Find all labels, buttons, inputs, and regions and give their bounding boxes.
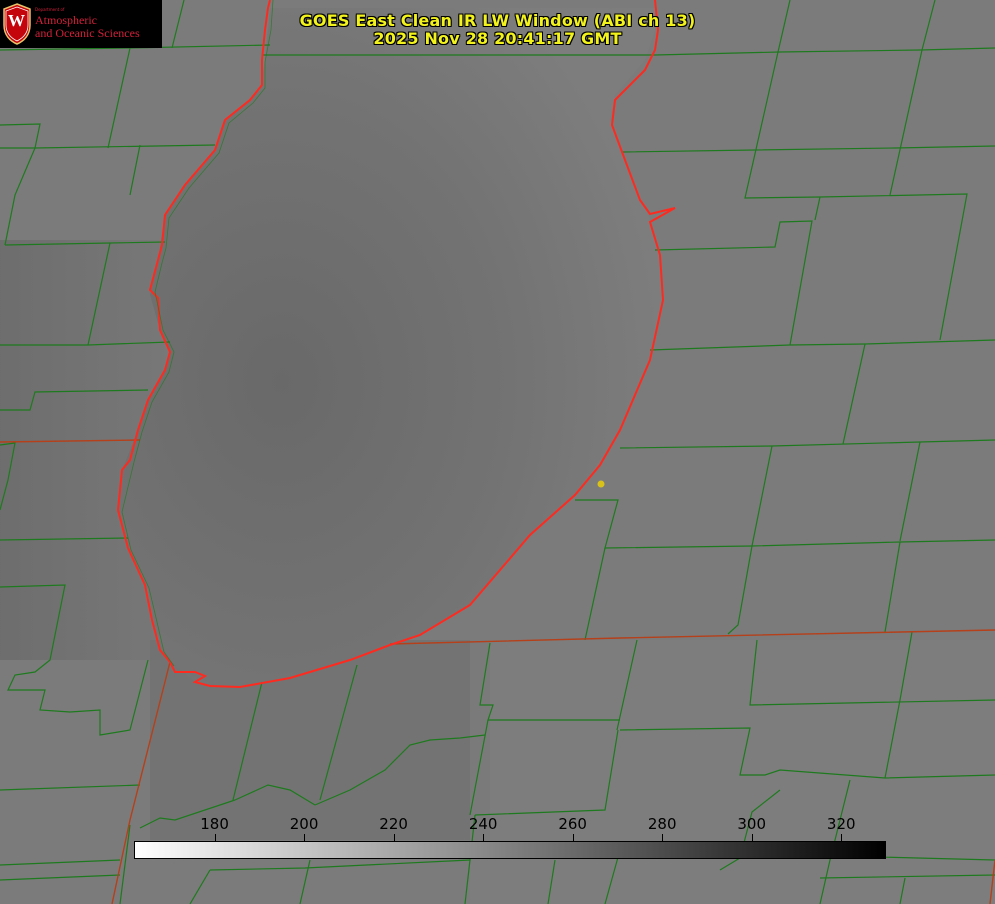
colorbar-tick-label: 320 [826, 815, 856, 833]
colorbar-tick [751, 834, 753, 841]
colorbar-tick [662, 834, 664, 841]
location-marker [597, 480, 605, 488]
image-title: GOES East Clean IR LW Window (ABI ch 13) [299, 11, 696, 30]
southeast-land-shading [470, 640, 995, 904]
colorbar-tick-label: 220 [379, 815, 408, 833]
colorbar-tick-label: 180 [200, 815, 229, 833]
colorbar-tick [393, 834, 395, 841]
colorbar-tick [841, 834, 843, 841]
satellite-image-viewer: W Department of Atmospheric and Oceanic … [0, 0, 995, 904]
satellite-map [0, 0, 995, 904]
colorbar-tick [304, 834, 306, 841]
colorbar-tick [483, 834, 485, 841]
image-timestamp: 2025 Nov 28 20:41:17 GMT [373, 29, 622, 48]
colorbar-tick-label: 280 [647, 815, 677, 833]
colorbar-tick [214, 834, 216, 841]
colorbar-tick-label: 260 [558, 815, 587, 833]
temperature-colorbar [134, 841, 886, 859]
colorbar-tick-label: 200 [289, 815, 319, 833]
colorbar-tick-label: 240 [468, 815, 498, 833]
colorbar-tick [572, 834, 574, 841]
colorbar-tick-label: 300 [737, 815, 767, 833]
